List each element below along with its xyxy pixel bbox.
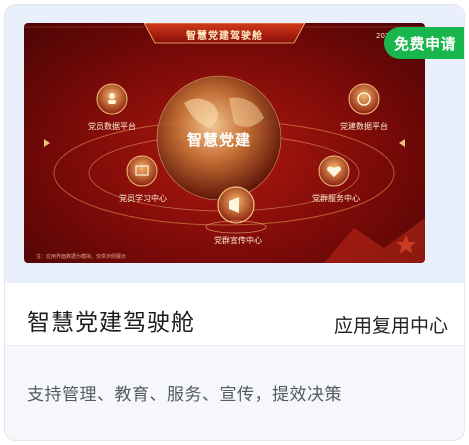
category-label[interactable]: 应用复用中心 <box>334 311 448 338</box>
node-label-publicity-center: 党群宣传中心 <box>214 236 262 245</box>
card-description-section: 支持管理、教育、服务、宣传，提效决策 <box>5 345 464 440</box>
app-description: 支持管理、教育、服务、宣传，提效决策 <box>27 385 342 405</box>
app-card[interactable]: 智慧党建驾驶舱 2024 智慧党建 党员数据平台 党建数据平台 党员学习中心 党… <box>4 4 465 441</box>
free-apply-badge[interactable]: 免费申请 <box>384 27 464 59</box>
card-title-section: 智慧党建驾驶舱 应用复用中心 <box>5 283 464 345</box>
preview-header-title: 智慧党建驾驶舱 <box>186 31 263 42</box>
dashboard-preview-image: 智慧党建驾驶舱 2024 智慧党建 党员数据平台 党建数据平台 党员学习中心 党… <box>24 23 425 263</box>
preview-footnote: 注：应用界面数据为模拟，仅供示例展示 <box>36 254 127 260</box>
globe-title: 智慧党建 <box>186 131 251 149</box>
node-label-party-data: 党建数据平台 <box>340 122 388 131</box>
app-title: 智慧党建驾驶舱 <box>27 310 195 336</box>
node-label-member-data: 党员数据平台 <box>88 122 136 131</box>
node-label-service-center: 党群服务中心 <box>312 194 360 203</box>
node-label-learning-center: 党员学习中心 <box>119 194 167 203</box>
preview-area: 智慧党建驾驶舱 2024 智慧党建 党员数据平台 党建数据平台 党员学习中心 党… <box>5 5 464 283</box>
